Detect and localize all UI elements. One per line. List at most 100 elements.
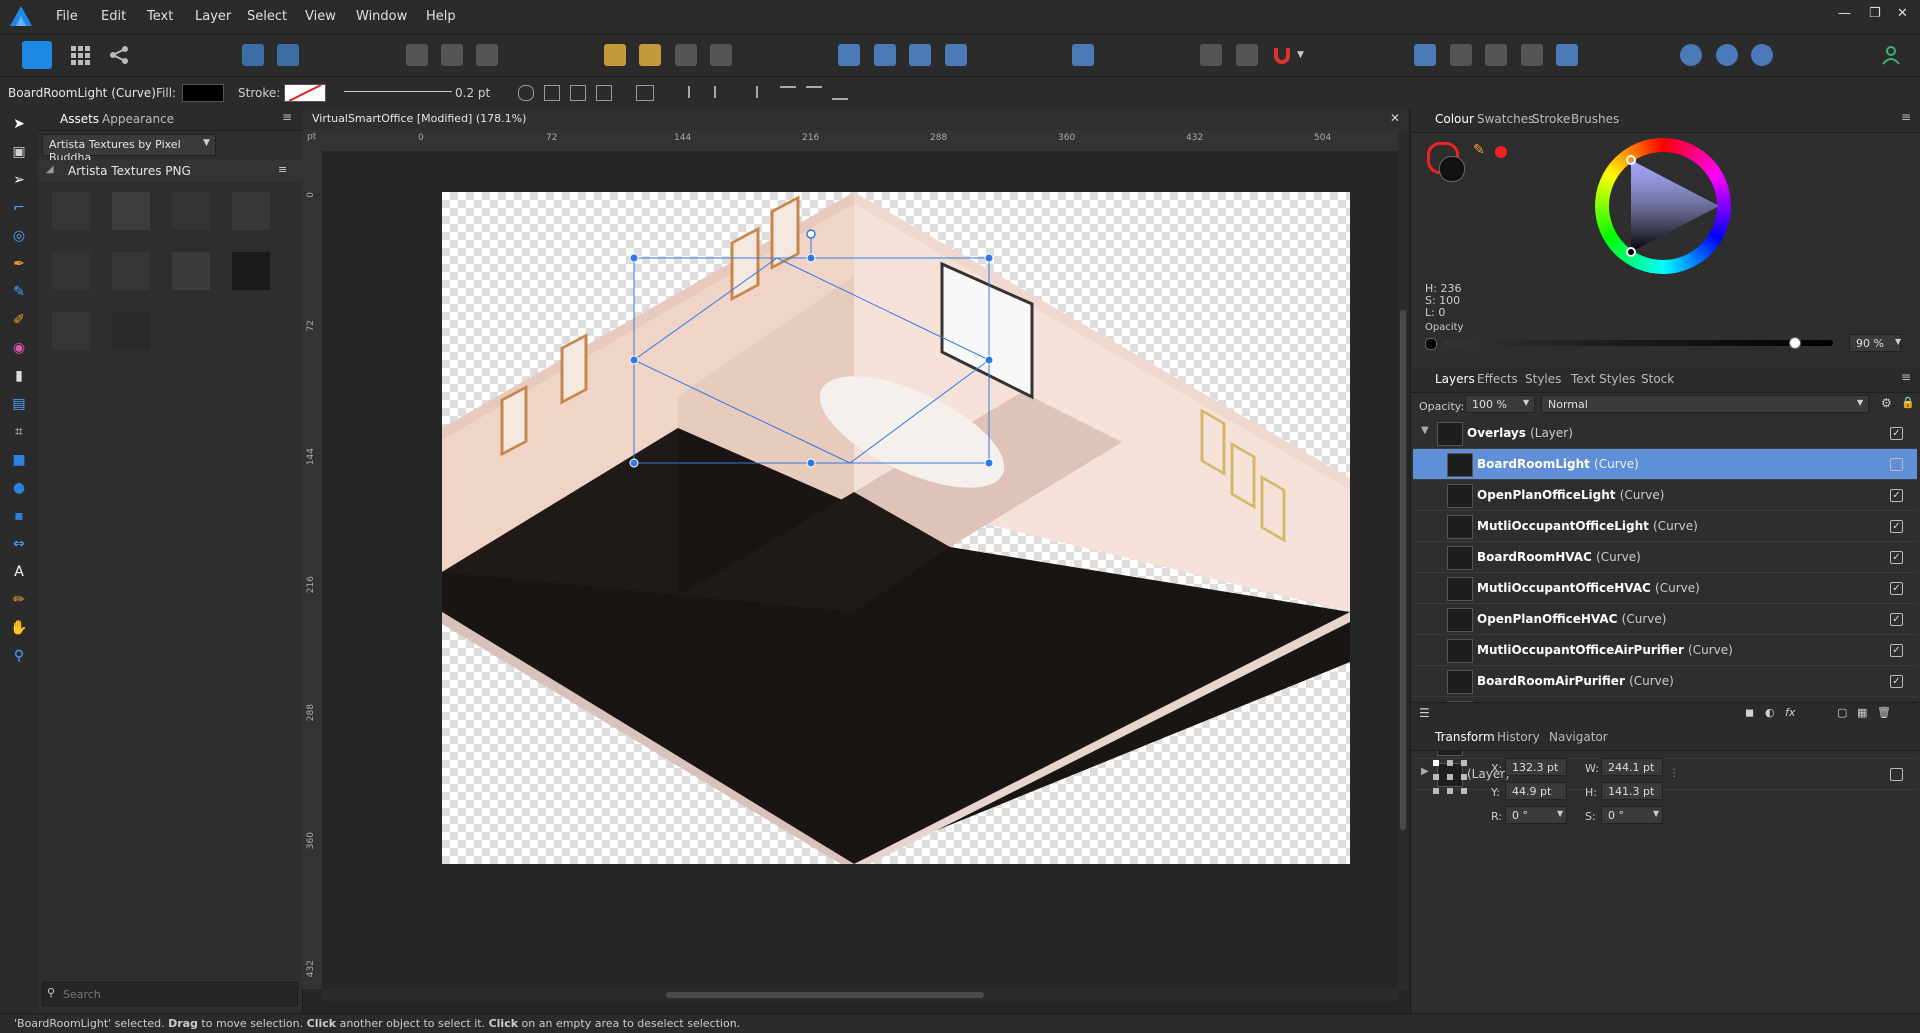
asset-thumbnail[interactable] — [112, 252, 150, 290]
tab-text-styles[interactable]: Text Styles — [1571, 372, 1635, 386]
tab-colour[interactable]: Colour — [1435, 112, 1474, 126]
move-tool-icon[interactable]: ➤ — [9, 114, 29, 134]
layer-row[interactable]: OpenPlanOfficeLight (Curve) ✓ — [1413, 480, 1917, 511]
arrange-backward-icon[interactable] — [710, 44, 732, 66]
fx-icon[interactable]: fx — [1785, 706, 1795, 719]
boolean-add-icon[interactable] — [1414, 44, 1436, 66]
pencil-tool-icon[interactable]: ✎ — [9, 282, 29, 302]
category-menu-icon[interactable]: ≡ — [278, 163, 287, 176]
layer-visibility-checkbox[interactable]: ✓ — [1890, 613, 1903, 626]
align-bottom-icon[interactable] — [832, 86, 848, 100]
asset-thumbnail[interactable] — [52, 252, 90, 290]
tab-layers[interactable]: Layers — [1435, 372, 1475, 386]
menu-window[interactable]: Window — [356, 9, 407, 24]
geometry-icon-2[interactable] — [1716, 44, 1738, 66]
colour-wheel[interactable] — [1595, 138, 1731, 274]
asset-thumbnail[interactable] — [52, 312, 90, 350]
panel-menu-icon[interactable]: ≡ — [282, 110, 292, 124]
view-mode-icon[interactable] — [406, 44, 428, 66]
mask-icon[interactable]: ◼ — [1745, 706, 1754, 719]
layer-row[interactable]: BoardRoomHVAC (Curve) ✓ — [1413, 542, 1917, 573]
boolean-divide-icon[interactable] — [1556, 44, 1578, 66]
flip-horizontal-icon[interactable] — [838, 44, 860, 66]
align-center-icon[interactable] — [714, 86, 732, 98]
layer-visibility-checkbox[interactable]: ✓ — [1890, 582, 1903, 595]
account-icon[interactable] — [1880, 44, 1902, 66]
view-mode-3-icon[interactable] — [476, 44, 498, 66]
menu-text[interactable]: Text — [147, 9, 173, 24]
arrange-front-icon[interactable] — [604, 44, 626, 66]
snap-objects-icon[interactable] — [636, 85, 654, 101]
current-color-dot[interactable] — [1495, 146, 1507, 158]
menu-file[interactable]: File — [56, 9, 78, 24]
align-right-icon[interactable] — [740, 86, 758, 98]
hand-tool-icon[interactable]: ✋ — [9, 618, 29, 638]
menu-edit[interactable]: Edit — [101, 9, 126, 24]
flip-vertical-icon[interactable] — [874, 44, 896, 66]
assistant-icon[interactable] — [277, 44, 299, 66]
snapping-icon[interactable] — [242, 44, 264, 66]
layer-row[interactable]: ▶ (Layer) — [1413, 759, 1917, 790]
transparency-tool-icon[interactable]: ▮ — [9, 366, 29, 386]
text-tool-icon[interactable]: A — [9, 562, 29, 582]
flip-tool-icon[interactable]: ⇔ — [9, 534, 29, 554]
vertical-scrollbar[interactable] — [1398, 130, 1408, 990]
search-input[interactable] — [61, 985, 293, 1003]
affinity-designer-logo-icon[interactable] — [8, 4, 34, 28]
canvas-area[interactable] — [322, 151, 1399, 989]
layer-row[interactable]: OpenPlanOfficeHVAC (Curve) ✓ — [1413, 604, 1917, 635]
fill-stroke-selector[interactable] — [1427, 142, 1467, 182]
group-icon[interactable]: ▦ — [1857, 706, 1867, 719]
arrange-forward-icon[interactable] — [675, 44, 697, 66]
geometry-icon-3[interactable] — [1751, 44, 1773, 66]
close-window-icon[interactable]: ✕ — [1897, 6, 1908, 21]
transform-origin-icon[interactable] — [518, 85, 534, 101]
link-icon[interactable]: ⋮ — [1669, 768, 1679, 779]
gear-icon[interactable]: ⚙ — [1881, 396, 1892, 410]
boolean-xor-icon[interactable] — [1521, 44, 1543, 66]
stroke-width-value[interactable]: 0.2 pt — [455, 86, 490, 100]
layer-visibility-checkbox[interactable]: ✓ — [1890, 675, 1903, 688]
ratio-icon[interactable] — [570, 85, 586, 101]
align-left-icon[interactable] — [688, 86, 706, 98]
horizontal-scroll-thumb[interactable] — [666, 992, 984, 998]
chevron-down-icon[interactable]: ▼ — [1653, 809, 1659, 818]
restore-icon[interactable]: ❐ — [1869, 6, 1881, 21]
align-middle-icon[interactable] — [806, 86, 822, 100]
lock-icon[interactable]: 🔒 — [1901, 396, 1915, 409]
asset-thumbnail[interactable] — [232, 192, 270, 230]
chevron-down-icon[interactable]: ▼ — [1895, 337, 1901, 346]
ellipse-tool-icon[interactable]: ● — [9, 478, 29, 498]
tab-history[interactable]: History — [1497, 730, 1540, 744]
magnet-dropdown-icon[interactable]: ▼ — [1297, 44, 1307, 66]
panel-menu-icon[interactable]: ≡ — [1901, 110, 1911, 124]
layer-visibility-checkbox[interactable] — [1890, 768, 1903, 781]
opacity-slider-handle[interactable] — [1789, 337, 1801, 349]
boolean-intersect-icon[interactable] — [1485, 44, 1507, 66]
asset-library-dropdown[interactable]: Artista Textures by Pixel Buddha ▼ — [42, 134, 216, 164]
layer-visibility-checkbox[interactable]: ✓ — [1890, 489, 1903, 502]
stroke-swatch[interactable] — [284, 84, 326, 102]
designer-persona-icon[interactable] — [22, 41, 52, 69]
show-bbox-icon[interactable] — [544, 85, 560, 101]
geometry-icon-1[interactable] — [1680, 44, 1702, 66]
layer-row[interactable]: MutliOccupantOfficeAirPurifier (Curve) ✓ — [1413, 635, 1917, 666]
anchor-point-selector[interactable] — [1431, 758, 1471, 798]
rounded-rectangle-tool-icon[interactable]: ▪ — [9, 506, 29, 526]
menu-view[interactable]: View — [305, 9, 336, 24]
layer-row[interactable]: MutliOccupantOfficeLight (Curve) ✓ — [1413, 511, 1917, 542]
assets-search[interactable]: ⚲ — [42, 982, 298, 1006]
align-icon[interactable] — [1072, 44, 1094, 66]
opacity-field[interactable]: 90 % — [1849, 334, 1901, 352]
expand-arrow-icon[interactable]: ▶ — [1421, 766, 1429, 777]
menu-layer[interactable]: Layer — [195, 9, 231, 24]
opacity-slider[interactable] — [1443, 337, 1833, 349]
layer-row[interactable]: BoardRoomLight (Curve) — [1413, 449, 1917, 480]
blend-mode-select[interactable]: Normal — [1541, 395, 1869, 413]
menu-help[interactable]: Help — [426, 9, 456, 24]
place-image-tool-icon[interactable]: ▤ — [9, 394, 29, 414]
view-mode-2-icon[interactable] — [441, 44, 463, 66]
tab-styles[interactable]: Styles — [1525, 372, 1561, 386]
fill-swatch[interactable] — [182, 84, 224, 102]
snapping-grid-icon[interactable] — [1200, 44, 1222, 66]
